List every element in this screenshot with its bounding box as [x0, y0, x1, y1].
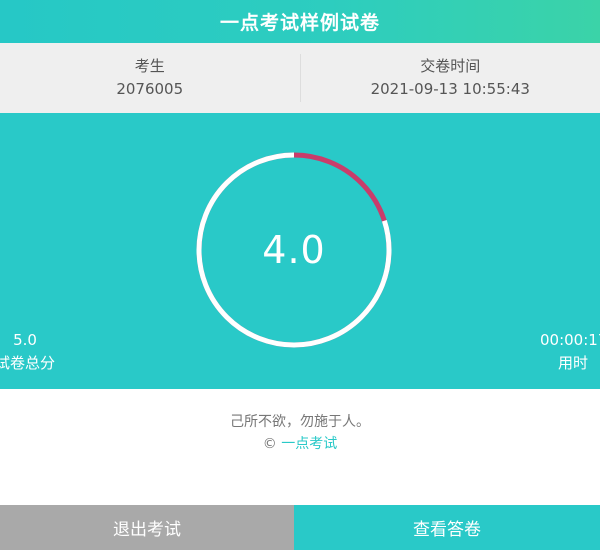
copyright-icon: © — [262, 436, 277, 452]
exit-exam-button[interactable]: 退出考试 — [0, 505, 294, 550]
exam-info-bar: 考生 2076005 交卷时间 2021-09-13 10:55:43 — [0, 43, 600, 113]
brand-link[interactable]: 一点考试 — [281, 436, 337, 452]
submit-time-value: 2021-09-13 10:55:43 — [370, 80, 530, 98]
examinee-info: 考生 2076005 — [0, 43, 300, 113]
exam-result-page: 一点考试样例试卷 考生 2076005 交卷时间 2021-09-13 10:5… — [0, 0, 600, 550]
view-answers-button[interactable]: 查看答卷 — [294, 505, 600, 550]
total-score-label: 试卷总分 — [0, 354, 55, 372]
examinee-id: 2076005 — [116, 80, 184, 98]
duration-label: 用时 — [557, 354, 588, 372]
total-score-stat: 5.0 试卷总分 — [0, 329, 58, 375]
examinee-label: 考生 — [134, 57, 165, 75]
score-panel: 4.0 5.0 试卷总分 00:00:17 用时 — [0, 113, 600, 389]
copyright: © 一点考试 — [0, 433, 600, 455]
page-title: 一点考试样例试卷 — [219, 12, 380, 34]
score-value: 4.0 — [262, 228, 326, 272]
duration-value: 00:00:17 — [540, 331, 600, 349]
duration-stat: 00:00:17 用时 — [540, 329, 600, 375]
submit-time-info: 交卷时间 2021-09-13 10:55:43 — [301, 43, 600, 113]
page-header: 一点考试样例试卷 — [0, 0, 600, 43]
action-bar: 退出考试 查看答卷 — [0, 505, 600, 550]
quote-area: 己所不欲，勿施于人。 © 一点考试 — [0, 389, 600, 505]
total-score-value: 5.0 — [13, 331, 37, 349]
motto-text: 己所不欲，勿施于人。 — [230, 414, 370, 430]
submit-time-label: 交卷时间 — [420, 57, 481, 75]
